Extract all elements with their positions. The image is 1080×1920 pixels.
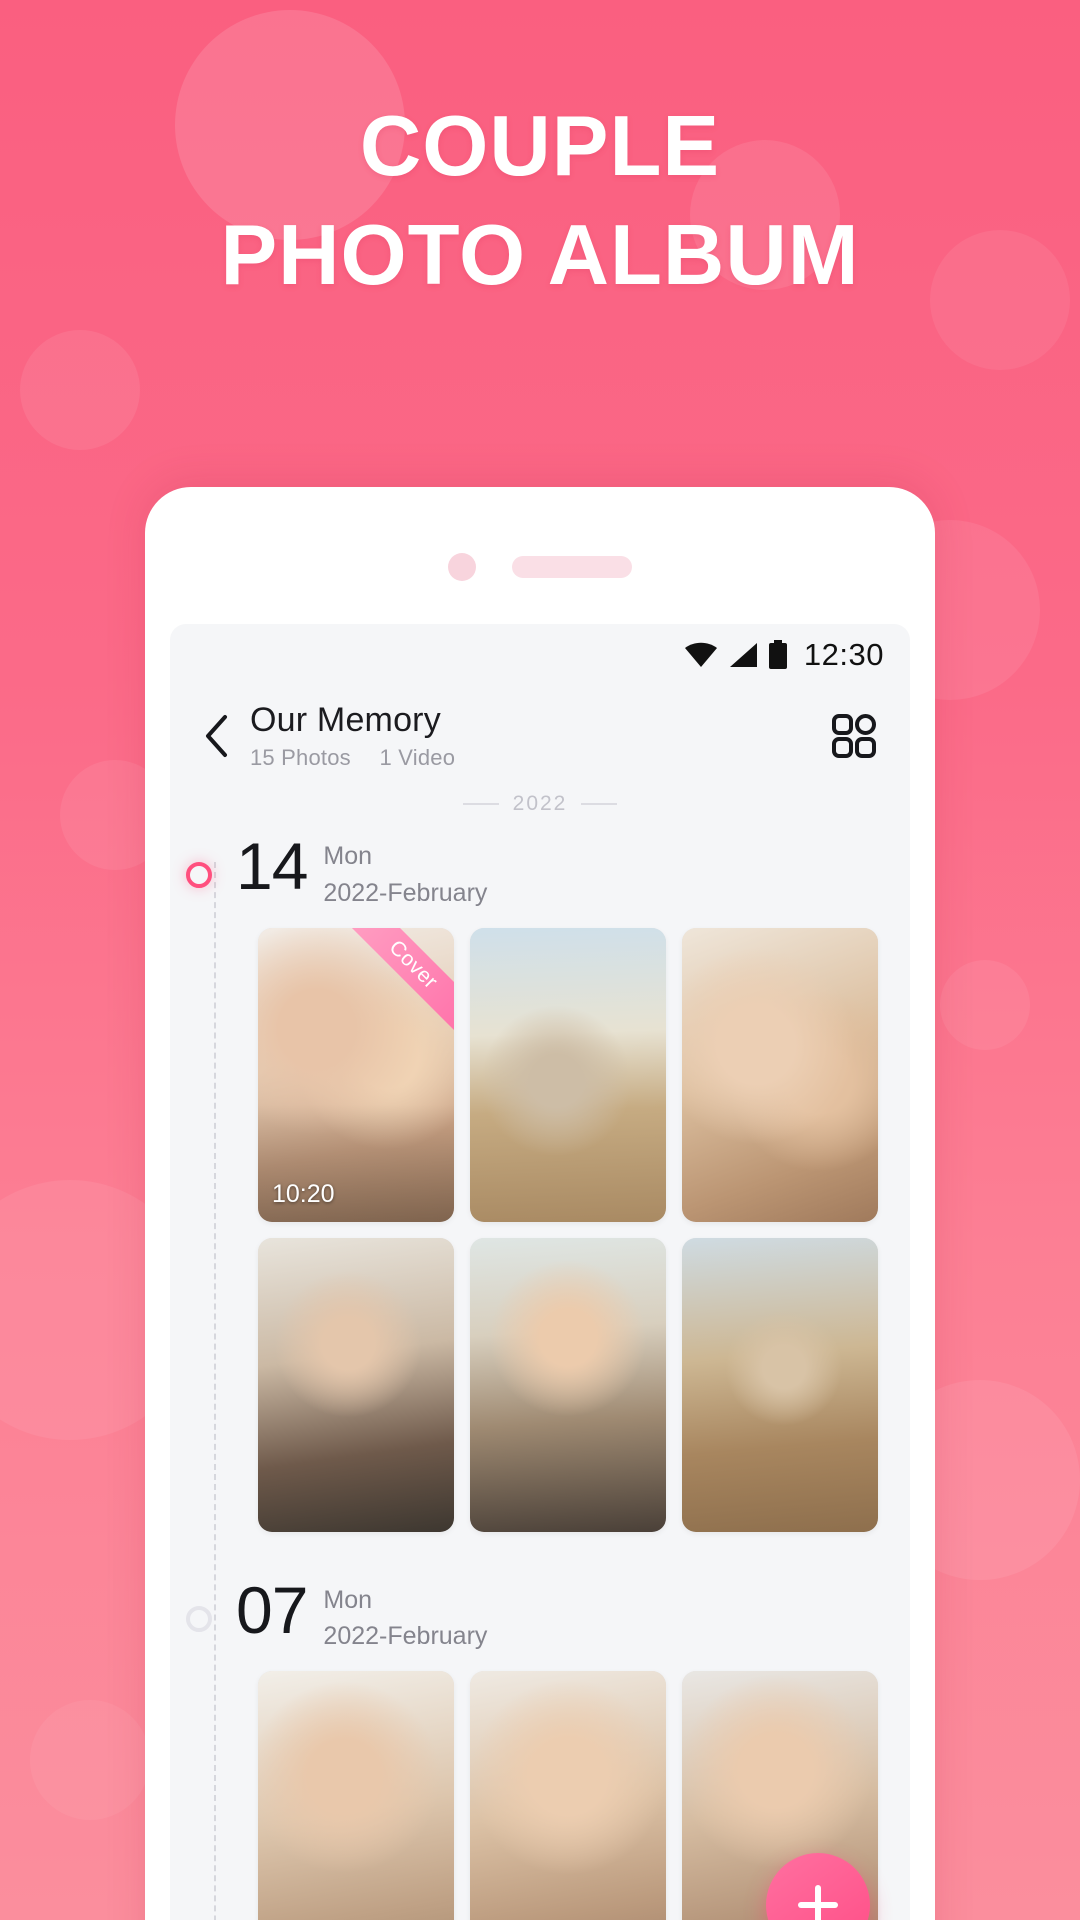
signal-icon <box>729 643 757 667</box>
album-title-block: Our Memory 15 Photos 1 Video <box>244 701 824 770</box>
photo-grid: Cover 10:20 <box>170 927 910 1532</box>
photo-image <box>258 1671 454 1920</box>
year-divider: 2022 <box>170 792 910 816</box>
timeline-dot-active <box>186 862 212 888</box>
promo-line-1: COUPLE <box>359 99 721 194</box>
divider-line-right <box>581 803 618 805</box>
album-counts: 15 Photos 1 Video <box>250 745 824 771</box>
day-weekday: Mon <box>323 842 373 870</box>
year-label: 2022 <box>512 792 568 815</box>
timeline: 14 Mon 2022-February Cover 10:20 07 Mon … <box>170 829 910 1920</box>
photo-image <box>470 927 666 1222</box>
day-meta: Mon 2022-February <box>323 834 487 908</box>
divider-line-left <box>462 803 499 805</box>
day-weekday: Mon <box>323 1585 373 1614</box>
grid-view-icon <box>832 714 876 758</box>
photo-thumbnail[interactable] <box>682 1237 878 1532</box>
day-meta: Mon 2022-February <box>323 1578 487 1652</box>
video-duration: 10:20 <box>272 1179 335 1208</box>
timeline-dot <box>186 1605 212 1632</box>
speaker-bar-icon <box>512 556 632 578</box>
phone-screen: 12:30 Our Memory 15 Photos 1 Video 2022 … <box>170 624 910 1920</box>
photo-image <box>470 1671 666 1920</box>
bokeh-circle <box>20 330 140 450</box>
photo-thumbnail[interactable] <box>470 927 666 1222</box>
app-bar: Our Memory 15 Photos 1 Video <box>170 686 910 782</box>
photo-thumbnail[interactable]: Cover 10:20 <box>258 927 454 1222</box>
wifi-icon <box>684 642 717 667</box>
photo-thumbnail[interactable] <box>258 1671 454 1920</box>
status-bar: 12:30 <box>170 624 910 686</box>
day-date: 2022-February <box>323 1622 488 1651</box>
back-button[interactable] <box>188 708 244 764</box>
day-number: 07 <box>236 1572 308 1647</box>
promo-line-2: PHOTO ALBUM <box>220 207 860 303</box>
photo-thumbnail[interactable] <box>470 1237 666 1532</box>
photo-thumbnail[interactable] <box>470 1671 666 1920</box>
cover-badge-label: Cover <box>350 927 454 1030</box>
photo-image <box>682 1237 878 1532</box>
photo-thumbnail[interactable] <box>258 1237 454 1532</box>
bokeh-circle <box>940 960 1030 1050</box>
day-header: 14 Mon 2022-February <box>170 829 910 908</box>
photo-image <box>470 1237 666 1532</box>
status-bar-time: 12:30 <box>803 637 884 672</box>
plus-icon <box>798 1885 838 1920</box>
phone-mockup: 12:30 Our Memory 15 Photos 1 Video 2022 … <box>145 487 935 1920</box>
chevron-left-icon <box>206 715 227 757</box>
battery-icon <box>768 640 787 669</box>
bokeh-circle <box>30 1700 150 1820</box>
camera-dot-icon <box>448 553 476 581</box>
cover-badge: Cover <box>350 927 454 1032</box>
photos-count: 15 Photos <box>250 744 351 770</box>
photo-image <box>258 1237 454 1532</box>
promo-headline: COUPLE PHOTO ALBUM <box>0 99 1080 303</box>
photo-thumbnail[interactable] <box>682 927 878 1222</box>
day-number: 14 <box>236 829 308 903</box>
day-date: 2022-February <box>323 878 488 907</box>
grid-view-button[interactable] <box>824 706 884 766</box>
phone-notch <box>145 552 935 582</box>
page-title: Our Memory <box>250 701 441 740</box>
videos-count: 1 Video <box>379 744 456 770</box>
day-group: 14 Mon 2022-February Cover 10:20 <box>170 829 910 1532</box>
day-header: 07 Mon 2022-February <box>170 1572 910 1652</box>
photo-image <box>682 927 878 1222</box>
